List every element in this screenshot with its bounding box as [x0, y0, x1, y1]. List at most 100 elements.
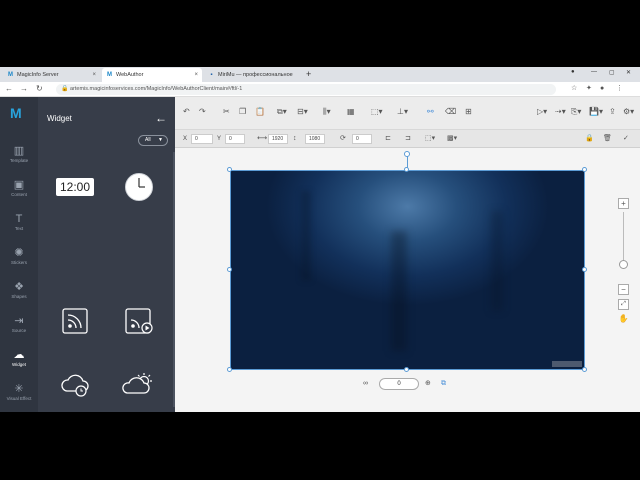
panel-back-arrow-icon[interactable]: ←: [155, 111, 167, 125]
rail-item-label: Source: [11, 328, 27, 333]
layout-icon[interactable]: ⊥▾: [397, 107, 408, 117]
profile-icon[interactable]: ●: [571, 69, 575, 75]
maximize-icon[interactable]: ▢: [609, 69, 615, 76]
star-icon[interactable]: ☆: [571, 84, 577, 94]
paste-icon[interactable]: 📋: [255, 107, 265, 117]
resize-handle-tr[interactable]: [582, 167, 587, 172]
text-icon: T: [15, 213, 23, 225]
zoom-in-button[interactable]: +: [618, 198, 629, 209]
y-label: Y: [217, 136, 222, 142]
resize-handle-r[interactable]: [582, 267, 587, 272]
resize-handle-bl[interactable]: [227, 367, 232, 372]
align-left-icon[interactable]: ⊏: [385, 134, 391, 144]
height-icon: ↕: [293, 135, 297, 142]
browser-tab-webauthor[interactable]: M WebAuthor ×: [102, 68, 202, 82]
save-icon[interactable]: 💾▾: [589, 107, 603, 117]
browser-tab-magicinfo[interactable]: M MagicInfo Server ×: [3, 68, 100, 82]
play-icon[interactable]: ▷▾: [537, 107, 547, 117]
duplicate-page-icon[interactable]: ⧉: [441, 379, 446, 389]
grid-icon[interactable]: ⊞: [465, 107, 472, 117]
widget-rss-play[interactable]: [116, 301, 162, 341]
rail-item-stickers[interactable]: ✺ Stickers: [0, 246, 38, 274]
close-tab-icon[interactable]: ×: [194, 68, 198, 82]
texture-icon[interactable]: ▩▾: [447, 134, 457, 144]
undo-icon[interactable]: ↶: [183, 107, 190, 117]
app-frame: M MagicInfo Server × M WebAuthor × ▪ Mir…: [0, 67, 640, 412]
account-icon[interactable]: ●: [600, 84, 604, 94]
resize-handle-tl[interactable]: [227, 167, 232, 172]
sticker-icon: ✺: [14, 247, 24, 259]
rail-item-text[interactable]: T Text: [0, 212, 38, 240]
confirm-check-icon[interactable]: ✓: [623, 134, 629, 144]
rail-item-label: Content: [11, 192, 27, 197]
rail-item-visual-effect[interactable]: ✳ Visual Effect: [0, 382, 38, 410]
browser-tab-mirimu[interactable]: ▪ MiriMu — профессиональное: [204, 68, 304, 82]
rail-item-template[interactable]: ▥ Template: [0, 144, 38, 172]
link-icon[interactable]: ⚯: [427, 107, 434, 117]
menu-kebab-icon[interactable]: ⋮: [616, 84, 623, 94]
source-icon: ⇥: [14, 315, 24, 327]
distribute-icon[interactable]: ⫼▾: [323, 107, 331, 117]
frame-icon[interactable]: ⬚▾: [425, 134, 435, 144]
align-center-icon[interactable]: ⊐: [405, 134, 411, 144]
widget-rss[interactable]: [52, 301, 98, 341]
pan-hand-icon[interactable]: ✋: [618, 314, 629, 325]
url-field[interactable]: 🔒 artemis.magicinfoservices.com/MagicInf…: [56, 84, 556, 95]
rail-item-content[interactable]: ▣ Content: [0, 178, 38, 206]
page-number-input[interactable]: 0: [379, 378, 419, 390]
extensions-icon[interactable]: ✦: [586, 84, 592, 94]
y-position-input[interactable]: 0: [225, 134, 245, 144]
lock-icon[interactable]: 🔒: [585, 134, 594, 144]
resize-handle-l[interactable]: [227, 267, 232, 272]
fit-screen-icon[interactable]: ⤢: [618, 299, 629, 310]
rotation-handle[interactable]: [404, 151, 410, 157]
widget-weather-clock[interactable]: [52, 365, 98, 405]
group-icon[interactable]: ▦: [347, 107, 355, 117]
close-tab-icon[interactable]: ×: [92, 68, 96, 82]
rotation-input[interactable]: 0: [352, 134, 372, 144]
rail-item-shapes[interactable]: ❖ Shapes: [0, 280, 38, 308]
visual-effect-icon: ✳: [14, 383, 24, 395]
reload-icon[interactable]: ↻: [36, 84, 43, 94]
widget-analog-clock[interactable]: [116, 167, 162, 207]
zoom-slider-knob[interactable]: [619, 260, 628, 269]
align-icon[interactable]: ⊟▾: [297, 107, 308, 117]
artboard-background-image[interactable]: [230, 170, 585, 370]
widget-filter-select[interactable]: All ▼: [138, 135, 168, 146]
height-input[interactable]: 1080: [305, 134, 325, 144]
widget-digital-clock[interactable]: 12:00: [52, 167, 98, 207]
arrange-icon[interactable]: ⧉▾: [277, 107, 287, 117]
mirimu-favicon-icon: ▪: [210, 72, 213, 78]
canvas-area[interactable]: + − ⤢ ✋ ∞ 0 ⊕ ⧉: [175, 148, 640, 412]
x-position-input[interactable]: 0: [191, 134, 213, 144]
copy-icon[interactable]: ❐: [239, 107, 246, 117]
width-icon: ⟷: [257, 135, 268, 142]
cut-icon[interactable]: ✂: [223, 107, 230, 117]
artboard-label: [552, 361, 582, 367]
tab-label: WebAuthor: [116, 72, 144, 78]
close-window-icon[interactable]: ✕: [626, 69, 631, 76]
rail-item-source[interactable]: ⇥ Source: [0, 314, 38, 342]
add-page-icon[interactable]: ⊕: [425, 379, 431, 389]
eraser-icon[interactable]: ⌫: [445, 107, 456, 117]
settings-gear-icon[interactable]: ⚙▾: [623, 107, 634, 117]
export-icon[interactable]: ⇢▾: [555, 107, 566, 117]
forward-icon[interactable]: →: [20, 84, 28, 94]
share-icon[interactable]: ⎘▾: [571, 107, 581, 117]
redo-icon[interactable]: ↷: [199, 107, 206, 117]
publish-icon[interactable]: ⇪: [609, 107, 616, 117]
new-tab-button[interactable]: +: [306, 68, 311, 81]
template-icon: ▥: [13, 145, 25, 157]
resize-handle-b[interactable]: [404, 367, 409, 372]
resize-handle-br[interactable]: [582, 367, 587, 372]
minimize-icon[interactable]: —: [591, 69, 597, 75]
resize-handle-t[interactable]: [404, 167, 409, 172]
zoom-out-button[interactable]: −: [618, 284, 629, 295]
rail-item-widget[interactable]: ☁ Widget: [0, 348, 38, 376]
width-input[interactable]: 1920: [268, 134, 288, 144]
delete-icon[interactable]: 🗑: [603, 134, 612, 144]
resize-icon[interactable]: ⬚▾: [371, 107, 383, 117]
page-list-icon[interactable]: ∞: [363, 379, 368, 389]
widget-weather[interactable]: [116, 365, 162, 405]
back-icon[interactable]: ←: [5, 84, 13, 94]
